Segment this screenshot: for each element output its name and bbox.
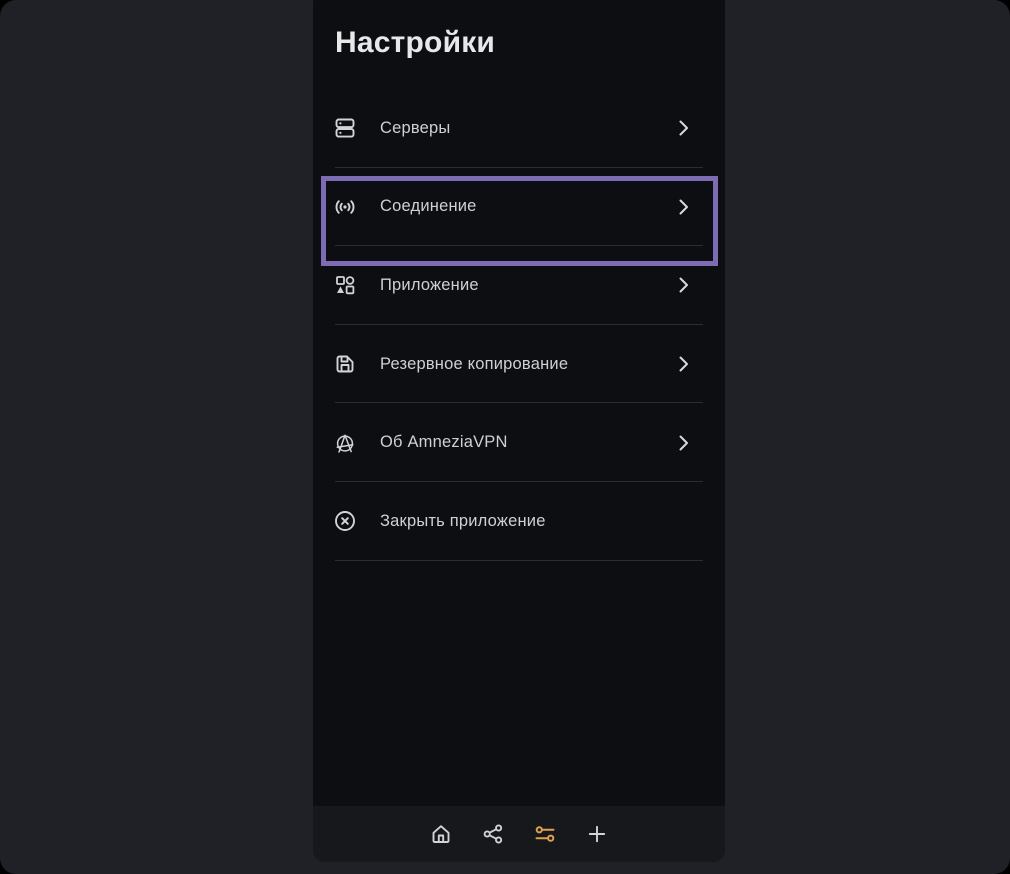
close-circle-icon (333, 509, 357, 533)
chevron-right-icon (671, 195, 695, 219)
menu-item-application[interactable]: Приложение (313, 246, 725, 325)
menu-item-quit[interactable]: Закрыть приложение (313, 482, 725, 561)
settings-panel: Настройки Серверы (313, 0, 725, 862)
chevron-right-icon (671, 352, 695, 376)
divider (335, 560, 703, 561)
menu-item-label: Приложение (380, 276, 671, 295)
chevron-right-icon (671, 116, 695, 140)
menu-item-connection[interactable]: Соединение (313, 168, 725, 247)
menu-item-label: Серверы (380, 119, 671, 138)
menu-item-servers[interactable]: Серверы (313, 89, 725, 168)
menu-item-label: Соединение (380, 197, 671, 216)
chevron-right-icon (671, 273, 695, 297)
servers-icon (333, 116, 357, 140)
menu-item-about[interactable]: Об AmneziaVPN (313, 403, 725, 482)
app-window: Настройки Серверы (0, 0, 1010, 874)
amnezia-logo-icon (333, 431, 357, 455)
bottom-tab-bar (313, 806, 725, 862)
share-icon[interactable] (481, 822, 505, 846)
page-title: Настройки (313, 0, 725, 89)
apps-icon (333, 273, 357, 297)
home-icon[interactable] (429, 822, 453, 846)
backup-icon (333, 352, 357, 376)
menu-item-backup[interactable]: Резервное копирование (313, 325, 725, 404)
settings-menu: Серверы Со (313, 89, 725, 561)
plus-icon[interactable] (585, 822, 609, 846)
menu-item-label: Закрыть приложение (380, 512, 695, 531)
chevron-right-icon (671, 431, 695, 455)
settings-sliders-icon[interactable] (533, 822, 557, 846)
connection-icon (333, 195, 357, 219)
menu-item-label: Об AmneziaVPN (380, 433, 671, 452)
menu-item-label: Резервное копирование (380, 355, 671, 374)
